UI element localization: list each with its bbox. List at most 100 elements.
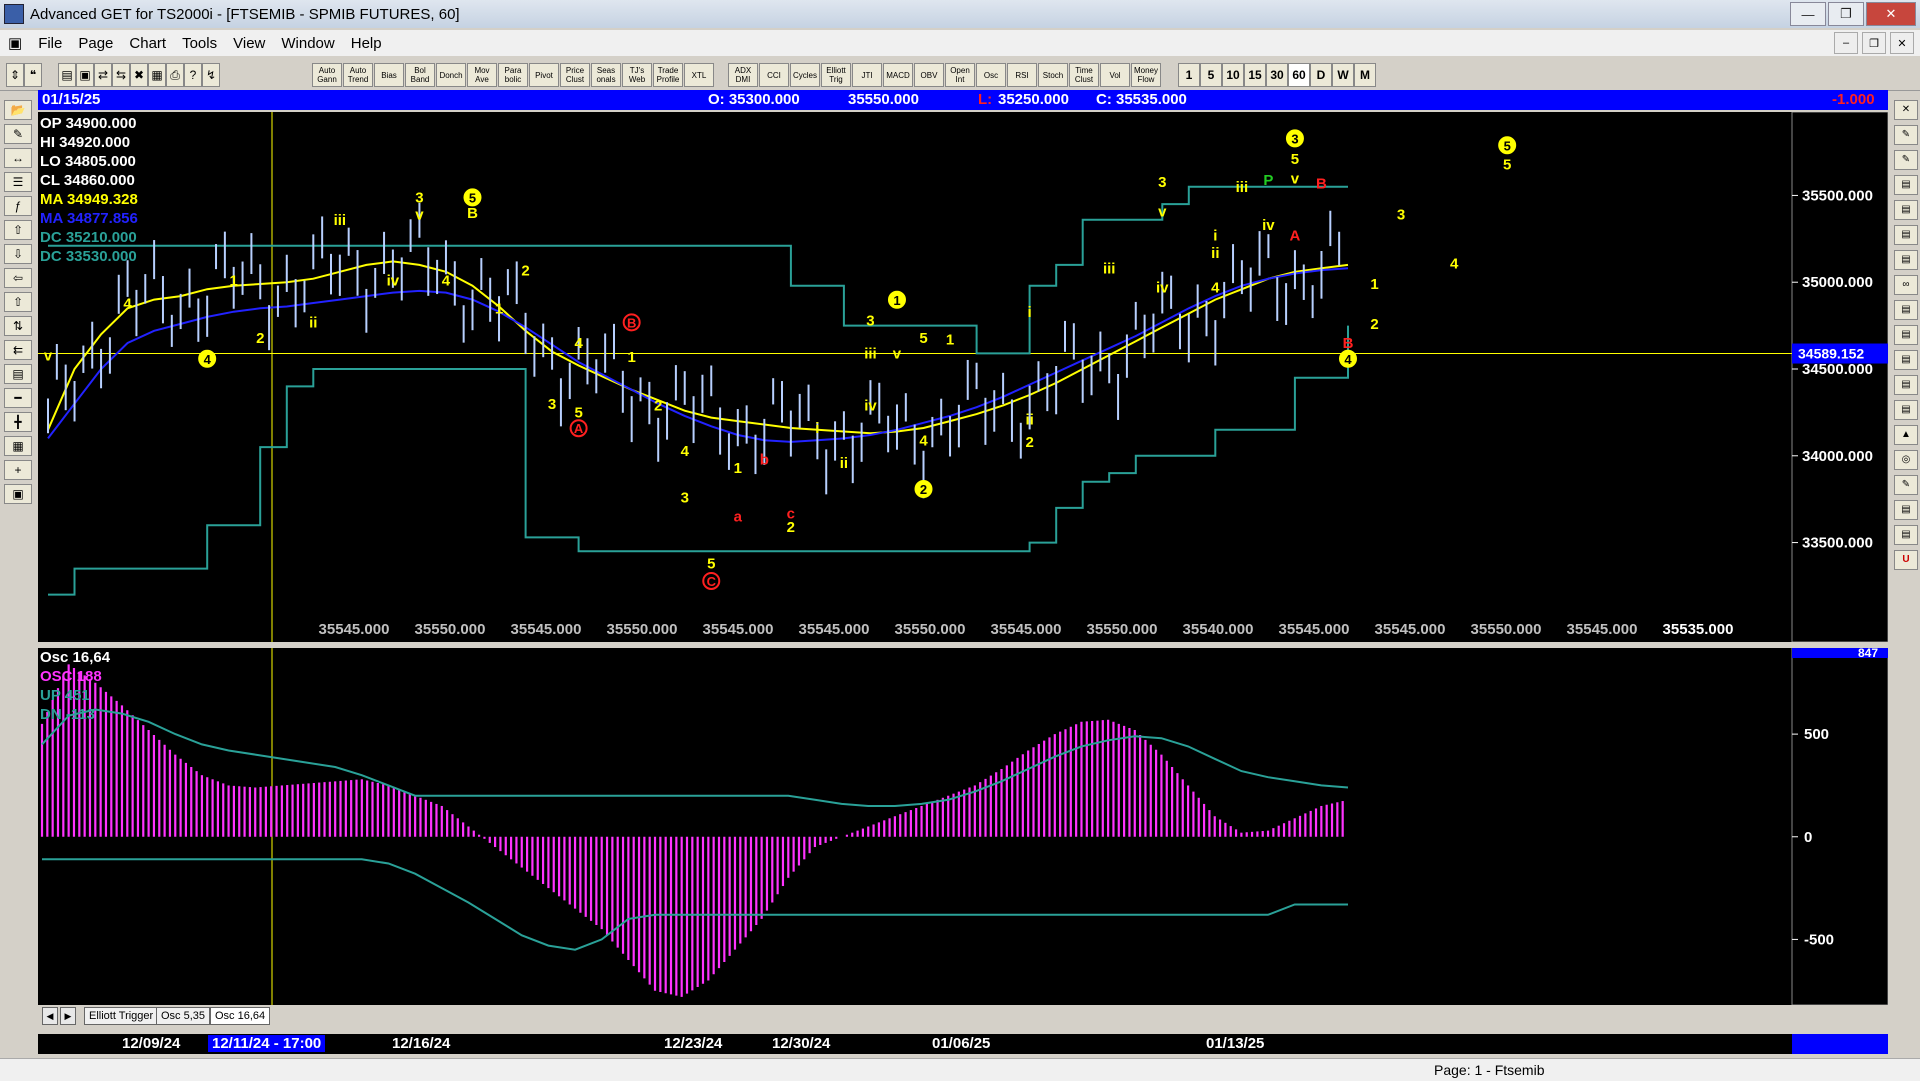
left-tool-4-icon[interactable]: ƒ	[4, 196, 32, 216]
pointer-help-icon[interactable]: ↯	[202, 63, 220, 87]
scroll-right-icon[interactable]: ⇆	[112, 63, 130, 87]
period-button-W[interactable]: W	[1332, 63, 1354, 87]
delete-icon[interactable]: ✖	[130, 63, 148, 87]
copy-icon[interactable]: ▣	[76, 63, 94, 87]
right-tool-0-icon[interactable]: ✕	[1894, 100, 1918, 120]
study-button-10[interactable]: TJ's Web	[622, 63, 652, 87]
right-tool-6-icon[interactable]: ▤	[1894, 250, 1918, 270]
left-tool-1-icon[interactable]: ✎	[4, 124, 32, 144]
period-button-D[interactable]: D	[1310, 63, 1332, 87]
left-tool-12-icon[interactable]: ━	[4, 388, 32, 408]
right-tool-15-icon[interactable]: ✎	[1894, 475, 1918, 495]
left-tool-15-icon[interactable]: +	[4, 460, 32, 480]
left-tool-11-icon[interactable]: ▤	[4, 364, 32, 384]
left-tool-8-icon[interactable]: ⇧	[4, 292, 32, 312]
tab-osc-16-64[interactable]: Osc 16,64	[210, 1007, 271, 1025]
menu-chart[interactable]: Chart	[121, 35, 174, 52]
left-tool-0-icon[interactable]: 📂	[4, 100, 32, 120]
left-tool-2-icon[interactable]: ↔	[4, 148, 32, 168]
tab-prev-button[interactable]: ◀	[42, 1007, 58, 1025]
period-button-10[interactable]: 10	[1222, 63, 1244, 87]
oscillator-panel[interactable]: 847 500 0 -500 Osc 16,64 OSC 188 UP 451 DN -11…	[38, 646, 1889, 1006]
study-button-2[interactable]: Bias	[374, 63, 404, 87]
study-button-20[interactable]: Open Int	[945, 63, 975, 87]
panel-separator[interactable]	[38, 643, 1888, 647]
left-tool-6-icon[interactable]: ⇩	[4, 244, 32, 264]
study-button-7[interactable]: Pivot	[529, 63, 559, 87]
study-button-19[interactable]: OBV	[914, 63, 944, 87]
study-button-26[interactable]: Money Flow	[1131, 63, 1161, 87]
right-tool-11-icon[interactable]: ▤	[1894, 375, 1918, 395]
price-chart-svg[interactable]: 35500.000 35000.000 34500.000 34000.000 3350…	[38, 111, 1889, 643]
left-tool-3-icon[interactable]: ☰	[4, 172, 32, 192]
menu-page[interactable]: Page	[70, 35, 121, 52]
left-tool-5-icon[interactable]: ⇧	[4, 220, 32, 240]
study-button-4[interactable]: Donch	[436, 63, 466, 87]
study-button-14[interactable]: CCI	[759, 63, 789, 87]
right-tool-13-icon[interactable]: ▲	[1894, 425, 1918, 445]
page-icon[interactable]: ▤	[58, 63, 76, 87]
study-button-1[interactable]: Auto Trend	[343, 63, 373, 87]
study-button-21[interactable]: Osc	[976, 63, 1006, 87]
left-tool-13-icon[interactable]: ╋	[4, 412, 32, 432]
right-tool-12-icon[interactable]: ▤	[1894, 400, 1918, 420]
menu-tools[interactable]: Tools	[174, 35, 225, 52]
period-button-M[interactable]: M	[1354, 63, 1376, 87]
maximize-button[interactable]: ❐	[1828, 2, 1864, 26]
right-tool-18-icon[interactable]: U	[1894, 550, 1918, 570]
right-tool-8-icon[interactable]: ▤	[1894, 300, 1918, 320]
period-button-60[interactable]: 60	[1288, 63, 1310, 87]
menu-app-icon[interactable]: ▣	[0, 34, 30, 52]
right-tool-9-icon[interactable]: ▤	[1894, 325, 1918, 345]
minimize-button[interactable]: —	[1790, 2, 1826, 26]
study-button-22[interactable]: RSI	[1007, 63, 1037, 87]
study-button-13[interactable]: ADX DMI	[728, 63, 758, 87]
menu-window[interactable]: Window	[273, 35, 342, 52]
study-button-18[interactable]: MACD	[883, 63, 913, 87]
price-chart-panel[interactable]: 35500.000 35000.000 34500.000 34000.000 3350…	[38, 111, 1889, 643]
right-tool-7-icon[interactable]: ∞	[1894, 275, 1918, 295]
quote-icon[interactable]: ❝	[24, 63, 42, 87]
close-button[interactable]: ✕	[1866, 2, 1916, 26]
left-tool-14-icon[interactable]: ▦	[4, 436, 32, 456]
right-tool-2-icon[interactable]: ✎	[1894, 150, 1918, 170]
study-button-0[interactable]: Auto Gann	[312, 63, 342, 87]
mdi-close-button[interactable]: ✕	[1890, 32, 1914, 54]
right-tool-16-icon[interactable]: ▤	[1894, 500, 1918, 520]
study-button-5[interactable]: Mov Ave	[467, 63, 497, 87]
study-button-15[interactable]: Cycles	[790, 63, 820, 87]
tab-next-button[interactable]: ▶	[60, 1007, 76, 1025]
study-button-9[interactable]: Seas onals	[591, 63, 621, 87]
mdi-minimize-button[interactable]: –	[1834, 32, 1858, 54]
period-button-15[interactable]: 15	[1244, 63, 1266, 87]
period-button-5[interactable]: 5	[1200, 63, 1222, 87]
study-button-23[interactable]: Stoch	[1038, 63, 1068, 87]
tab-osc-5-35[interactable]: Osc 5,35	[156, 1007, 211, 1025]
right-tool-3-icon[interactable]: ▤	[1894, 175, 1918, 195]
right-tool-14-icon[interactable]: ◎	[1894, 450, 1918, 470]
study-button-25[interactable]: Vol	[1100, 63, 1130, 87]
scroll-left-icon[interactable]: ⇄	[94, 63, 112, 87]
oscillator-svg[interactable]: 847 500 0 -500	[38, 646, 1889, 1006]
study-button-17[interactable]: JTI	[852, 63, 882, 87]
left-tool-7-icon[interactable]: ⇦	[4, 268, 32, 288]
menu-help[interactable]: Help	[343, 35, 390, 52]
menu-view[interactable]: View	[225, 35, 273, 52]
right-tool-10-icon[interactable]: ▤	[1894, 350, 1918, 370]
study-button-12[interactable]: XTL	[684, 63, 714, 87]
right-tool-5-icon[interactable]: ▤	[1894, 225, 1918, 245]
mdi-restore-button[interactable]: ❐	[1862, 32, 1886, 54]
left-tool-10-icon[interactable]: ⇇	[4, 340, 32, 360]
period-button-30[interactable]: 30	[1266, 63, 1288, 87]
study-button-8[interactable]: Price Clust	[560, 63, 590, 87]
study-button-3[interactable]: Bol Band	[405, 63, 435, 87]
print-icon[interactable]: ⎙	[166, 63, 184, 87]
right-tool-17-icon[interactable]: ▤	[1894, 525, 1918, 545]
study-button-11[interactable]: Trade Profile	[653, 63, 683, 87]
grid-icon[interactable]: ▦	[148, 63, 166, 87]
right-tool-1-icon[interactable]: ✎	[1894, 125, 1918, 145]
tab-elliott-trigger[interactable]: Elliott Trigger	[84, 1007, 159, 1025]
menu-file[interactable]: File	[30, 35, 70, 52]
left-tool-16-icon[interactable]: ▣	[4, 484, 32, 504]
period-button-1[interactable]: 1	[1178, 63, 1200, 87]
